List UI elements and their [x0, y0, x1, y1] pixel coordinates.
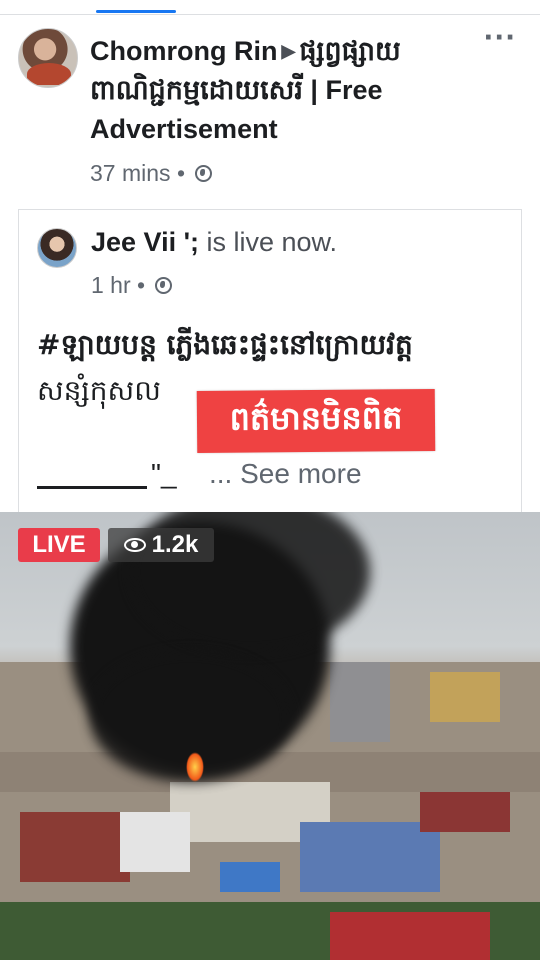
shared-author-avatar[interactable] — [37, 228, 77, 268]
text-underline — [37, 486, 147, 489]
post-meta: 37 mins • — [90, 160, 213, 187]
live-video[interactable]: LIVE 1.2k — [0, 512, 540, 960]
live-status-text: is live now. — [199, 227, 338, 257]
shared-post-meta: 1 hr • — [91, 272, 173, 299]
see-more-link[interactable]: ... See more — [209, 458, 362, 490]
post-time[interactable]: 37 mins — [90, 160, 171, 186]
fire-flame — [186, 752, 204, 782]
post-title: Chomrong Rin ▶ ផ្សព្វផ្សាយពាណិជ្ជកម្មដោយសេ… — [90, 32, 490, 149]
meta-separator: • — [137, 272, 146, 298]
meta-separator: • — [176, 160, 185, 186]
author-avatar[interactable] — [18, 28, 78, 88]
shared-post-card[interactable]: Jee Vii '; is live now. 1 hr • #ឡាយបន្ត … — [18, 209, 522, 512]
more-options-icon[interactable]: ··· — [483, 25, 516, 51]
viewer-count-badge: 1.2k — [108, 528, 214, 562]
live-badge: LIVE — [18, 528, 100, 562]
eye-icon — [123, 538, 146, 552]
top-divider — [0, 14, 540, 15]
globe-icon — [195, 165, 213, 182]
shared-author-name[interactable]: Jee Vii '; — [91, 227, 199, 257]
globe-icon — [155, 277, 173, 294]
shared-post-time[interactable]: 1 hr — [91, 272, 131, 298]
arrow-right-icon: ▶ — [281, 41, 296, 61]
active-tab-indicator — [96, 10, 176, 13]
quote-fragment: "_ — [151, 458, 177, 489]
post-body-line-1: #ឡាយបន្ត ភ្លើងឆេះផ្ទះនៅក្រោយវត្ត — [37, 328, 413, 361]
viewer-count: 1.2k — [151, 531, 199, 558]
shared-author-line: Jee Vii '; is live now. — [91, 227, 337, 258]
author-name[interactable]: Chomrong Rin — [90, 36, 277, 66]
fake-news-stamp: ពត៌មានមិនពិត — [196, 388, 436, 454]
